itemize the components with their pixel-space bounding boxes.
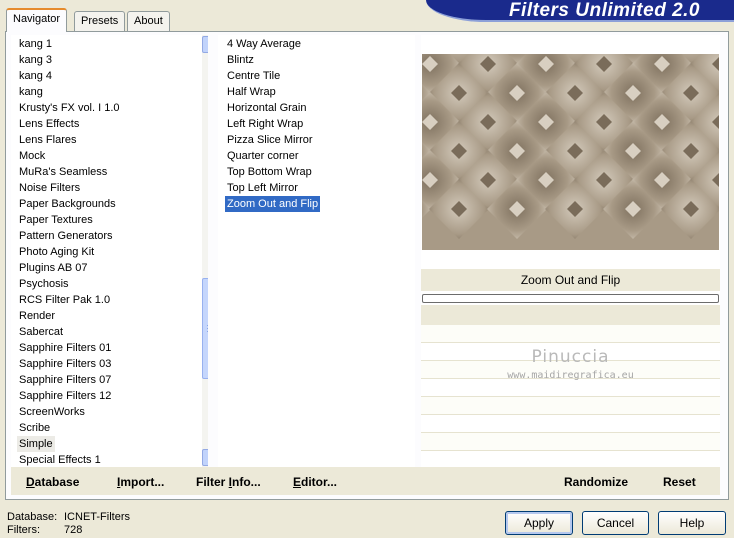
editor-label-post: ditor... xyxy=(301,475,338,489)
preview-image xyxy=(422,54,719,250)
filter-item[interactable]: Left Right Wrap xyxy=(225,116,305,132)
grip-icon xyxy=(207,325,208,332)
category-item[interactable]: Paper Textures xyxy=(17,212,95,228)
title-banner: Filters Unlimited 2.0 xyxy=(426,0,734,22)
chevron-down-icon: ▼ xyxy=(207,453,208,462)
category-item[interactable]: MuRa's Seamless xyxy=(17,164,109,180)
reset-button[interactable]: Reset xyxy=(663,475,696,489)
category-item[interactable]: ScreenWorks xyxy=(17,404,87,420)
category-item[interactable]: kang xyxy=(17,84,45,100)
filter-item[interactable]: Zoom Out and Flip xyxy=(225,196,321,212)
tab-about[interactable]: About xyxy=(127,11,170,31)
watermark-name: Pinuccia xyxy=(531,347,610,367)
navigator-toolbar: Database Import... Filter Info... Editor… xyxy=(11,467,720,495)
chevron-up-icon: ▲ xyxy=(207,40,208,49)
database-status-value: ICNET-Filters xyxy=(64,511,130,523)
database-status-label: Database: xyxy=(7,511,58,523)
category-item[interactable]: kang 4 xyxy=(17,68,54,84)
filter-item[interactable]: Blintz xyxy=(225,52,256,68)
category-item[interactable]: Photo Aging Kit xyxy=(17,244,96,260)
category-item[interactable]: Krusty's FX vol. I 1.0 xyxy=(17,100,122,116)
selected-filter-name: Zoom Out and Flip xyxy=(421,269,720,291)
filter-item[interactable]: Half Wrap xyxy=(225,84,278,100)
category-item[interactable]: Lens Flares xyxy=(17,132,78,148)
controls-header xyxy=(421,305,720,325)
category-item[interactable]: Lens Effects xyxy=(17,116,81,132)
apply-button[interactable]: Apply xyxy=(505,511,573,535)
database-label-post: atabase xyxy=(34,475,80,489)
filter-item[interactable]: 4 Way Average xyxy=(225,36,303,52)
filters-count-label: Filters: xyxy=(7,524,40,536)
category-item[interactable]: Noise Filters xyxy=(17,180,82,196)
database-accel: D xyxy=(26,475,35,489)
filter-item[interactable]: Horizontal Grain xyxy=(225,100,308,116)
category-item[interactable]: kang 1 xyxy=(17,36,54,52)
filter-info-label-post: nfo... xyxy=(232,475,261,489)
filter-item[interactable]: Top Bottom Wrap xyxy=(225,164,314,180)
editor-accel: E xyxy=(293,475,302,489)
scroll-thumb[interactable] xyxy=(202,278,208,379)
scroll-down-button[interactable]: ▼ xyxy=(202,449,208,466)
category-item[interactable]: Sabercat xyxy=(17,324,65,340)
control-row xyxy=(421,433,720,451)
filter-info-button[interactable]: Filter Info... xyxy=(196,475,261,489)
preview-panel: Zoom Out and Flip Pinuccia www.maidiregr… xyxy=(421,35,720,469)
category-item[interactable]: Sapphire Filters 03 xyxy=(17,356,113,372)
import-button[interactable]: Import... xyxy=(117,475,164,489)
category-item[interactable]: Plugins AB 07 xyxy=(17,260,90,276)
control-row xyxy=(421,397,720,415)
category-list[interactable]: ▲ ▼ kang 1kang 3kang 4kangKrusty's FX vo… xyxy=(11,35,208,467)
control-row xyxy=(421,325,720,343)
category-item[interactable]: Sapphire Filters 01 xyxy=(17,340,113,356)
category-item[interactable]: Mock xyxy=(17,148,47,164)
filter-item[interactable]: Quarter corner xyxy=(225,148,301,164)
filter-list[interactable]: 4 Way Average Blintz Centre Tile Half Wrap H… xyxy=(218,35,415,467)
progress-bar xyxy=(422,294,719,303)
category-item[interactable]: Psychosis xyxy=(17,276,71,292)
control-row xyxy=(421,415,720,433)
cancel-button[interactable]: Cancel xyxy=(582,511,649,535)
database-button[interactable]: Database xyxy=(26,475,79,489)
category-item[interactable]: Sapphire Filters 07 xyxy=(17,372,113,388)
category-item[interactable]: Sapphire Filters 12 xyxy=(17,388,113,404)
category-item[interactable]: Paper Backgrounds xyxy=(17,196,118,212)
control-row xyxy=(421,379,720,397)
scroll-up-button[interactable]: ▲ xyxy=(202,36,208,53)
status-info: Database: ICNET-Filters Filters: 728 xyxy=(7,511,130,537)
help-button[interactable]: Help xyxy=(658,511,726,535)
filter-item[interactable]: Pizza Slice Mirror xyxy=(225,132,315,148)
category-item[interactable]: RCS Filter Pak 1.0 xyxy=(17,292,112,308)
category-item[interactable]: kang 3 xyxy=(17,52,54,68)
tab-navigator[interactable]: Navigator xyxy=(6,8,68,32)
category-scrollbar[interactable]: ▲ ▼ xyxy=(202,35,208,467)
category-item[interactable]: Pattern Generators xyxy=(17,228,115,244)
pattern-preview xyxy=(422,54,719,250)
filter-item[interactable]: Top Left Mirror xyxy=(225,180,300,196)
randomize-button[interactable]: Randomize xyxy=(564,475,628,489)
watermark-url: www.maidiregrafica.eu xyxy=(507,370,634,381)
category-item[interactable]: Render xyxy=(17,308,57,324)
category-item[interactable]: Special Effects 1 xyxy=(17,452,103,467)
app-title: Filters Unlimited 2.0 xyxy=(508,0,700,21)
category-item[interactable]: Scribe xyxy=(17,420,52,436)
category-item[interactable]: Simple xyxy=(17,436,55,452)
filter-item[interactable]: Centre Tile xyxy=(225,68,282,84)
editor-button[interactable]: Editor... xyxy=(293,475,337,489)
filters-count-value: 728 xyxy=(64,524,83,536)
import-label-post: mport... xyxy=(120,475,165,489)
tab-presets[interactable]: Presets xyxy=(74,11,126,31)
filter-info-label-pre: Filter xyxy=(196,475,229,489)
